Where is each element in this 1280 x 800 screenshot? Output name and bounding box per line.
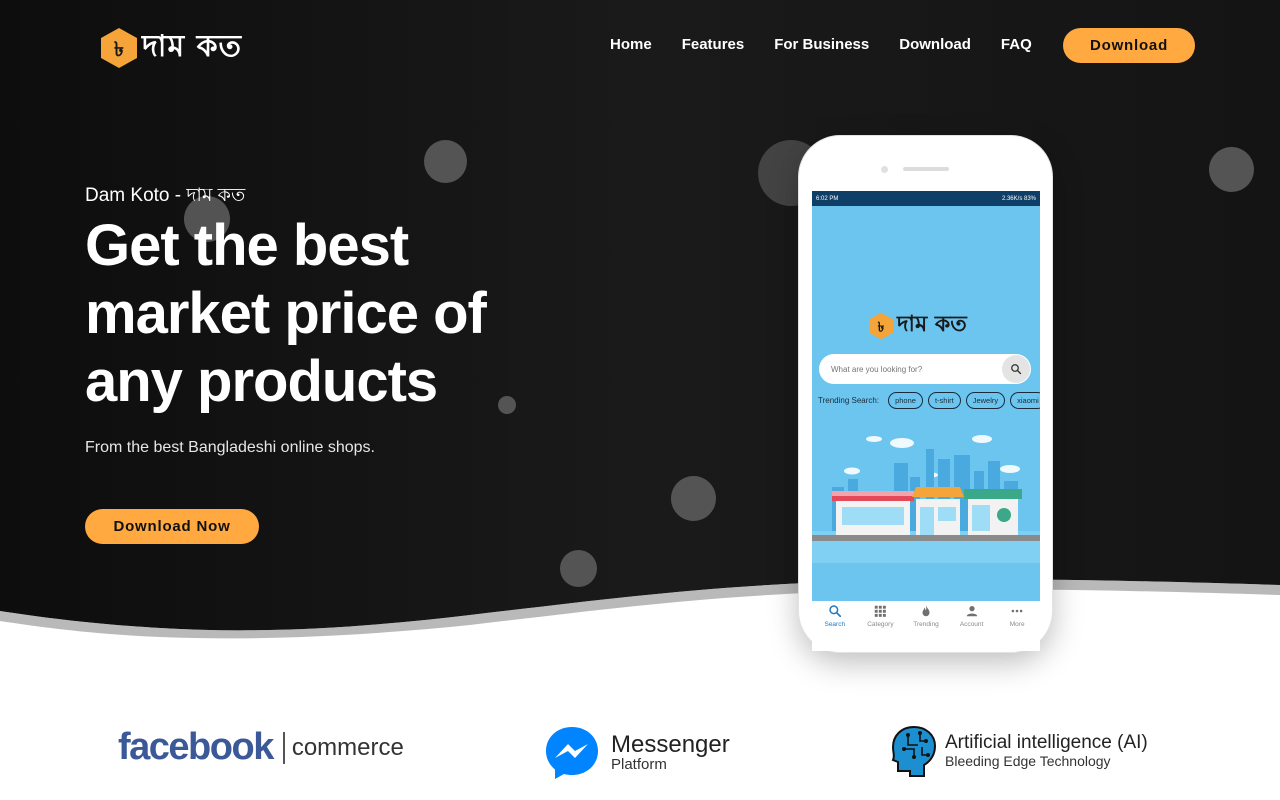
status-time: 6:02 PM bbox=[816, 195, 839, 202]
decorative-bubble bbox=[424, 140, 467, 183]
app-tab-bar: Search Category Trending Account More bbox=[812, 601, 1040, 651]
phone-speaker bbox=[903, 167, 949, 171]
trending-chip[interactable]: xiaomi bbox=[1010, 392, 1040, 409]
phone-screen: 6:02 PM 2.36K/s 83% ৳ দাম কত What are yo… bbox=[812, 191, 1040, 601]
navbar: ৳ দাম কত Home Features For Business Down… bbox=[0, 0, 1280, 90]
tab-label: More bbox=[1009, 621, 1025, 628]
trending-chip[interactable]: Jewelry bbox=[965, 392, 1006, 409]
nav-home-link[interactable]: Home bbox=[610, 36, 652, 53]
ai-subtitle: Bleeding Edge Technology bbox=[945, 753, 1111, 769]
hero-title-line: any products bbox=[85, 349, 438, 414]
tab-account[interactable]: Account bbox=[950, 604, 994, 651]
trending-chip[interactable]: t-shirt bbox=[927, 392, 961, 409]
logo-divider bbox=[282, 731, 285, 764]
ai-title: Artificial intelligence (AI) bbox=[945, 732, 1148, 753]
nav-for-business-link[interactable]: For Business bbox=[774, 36, 869, 53]
hero-subtitle: From the best Bangladeshi online shops. bbox=[85, 439, 375, 456]
search-icon bbox=[829, 605, 841, 618]
decorative-bubble bbox=[1209, 147, 1254, 192]
facebook-wordmark: facebook bbox=[118, 726, 274, 768]
svg-text:৳: ৳ bbox=[114, 37, 124, 61]
messenger-title: Messenger bbox=[611, 731, 730, 758]
trending-chip[interactable]: phone bbox=[888, 392, 923, 409]
trending-search-row: Trending Search: phone t-shirt Jewelry x… bbox=[818, 392, 1040, 409]
messenger-subtitle: Platform bbox=[611, 756, 667, 773]
messenger-platform-logo: Messenger Platform bbox=[543, 724, 730, 782]
phone-mockup: 6:02 PM 2.36K/s 83% ৳ দাম কত What are yo… bbox=[798, 135, 1053, 653]
tab-search[interactable]: Search bbox=[813, 604, 857, 651]
search-icon bbox=[1011, 364, 1022, 375]
tab-label: Category bbox=[867, 621, 894, 628]
brand-logo-text: দাম কত bbox=[142, 29, 243, 64]
nav-download-button[interactable]: Download bbox=[1063, 28, 1195, 63]
app-search-button[interactable] bbox=[1002, 355, 1030, 383]
facebook-commerce-logo: facebook commerce bbox=[118, 726, 404, 769]
nav-download-link[interactable]: Download bbox=[899, 36, 971, 53]
hero-title-line: market price of bbox=[85, 281, 487, 346]
tab-label: Search bbox=[824, 621, 846, 628]
nav-features-link[interactable]: Features bbox=[682, 36, 745, 53]
city-shops-illustration bbox=[812, 435, 1040, 563]
tab-more[interactable]: More bbox=[995, 604, 1039, 651]
trending-label: Trending Search: bbox=[818, 396, 880, 405]
tab-trending[interactable]: Trending bbox=[904, 604, 948, 651]
taka-hexagon-icon: ৳ bbox=[101, 27, 137, 68]
download-now-button[interactable]: Download Now bbox=[85, 509, 259, 544]
ai-head-icon bbox=[891, 725, 937, 777]
app-search-input[interactable] bbox=[831, 364, 991, 374]
landing-page: ৳ দাম কত Home Features For Business Down… bbox=[0, 0, 1280, 800]
commerce-label: commerce bbox=[291, 733, 404, 761]
person-icon bbox=[966, 606, 977, 617]
status-indicators: 2.36K/s 83% bbox=[1001, 195, 1036, 202]
tab-label: Account bbox=[959, 621, 984, 628]
phone-camera bbox=[881, 166, 888, 173]
decorative-bubble bbox=[560, 550, 597, 587]
ai-technology-logo: Artificial intelligence (AI) Bleeding Ed… bbox=[890, 725, 1148, 777]
taka-hexagon-icon: ৳ bbox=[869, 312, 893, 339]
app-logo-text: দাম কত bbox=[897, 311, 967, 337]
tab-label: Trending bbox=[913, 621, 939, 628]
messenger-icon bbox=[546, 727, 598, 779]
hero-title: Get the best market price of any product… bbox=[85, 212, 525, 416]
app-search-bar bbox=[819, 354, 1031, 384]
hero-title-line: Get the best bbox=[85, 213, 409, 278]
tab-category[interactable]: Category bbox=[858, 604, 902, 651]
flame-icon bbox=[922, 605, 930, 617]
nav-links: Home Features For Business Download FAQ bbox=[610, 36, 1062, 53]
svg-text:৳: ৳ bbox=[878, 320, 885, 335]
more-dots-icon bbox=[1011, 609, 1023, 613]
decorative-bubble bbox=[671, 476, 716, 521]
hero-eyebrow: Dam Koto - দাম কত bbox=[85, 185, 246, 206]
status-bar: 6:02 PM 2.36K/s 83% bbox=[812, 191, 1040, 206]
partner-logos: facebook commerce Messenger Platform Art… bbox=[0, 700, 1280, 800]
nav-faq-link[interactable]: FAQ bbox=[1001, 36, 1032, 53]
app-logo: ৳ দাম কত bbox=[868, 307, 967, 344]
brand-logo[interactable]: ৳ দাম কত bbox=[100, 22, 242, 73]
grid-icon bbox=[875, 605, 887, 617]
